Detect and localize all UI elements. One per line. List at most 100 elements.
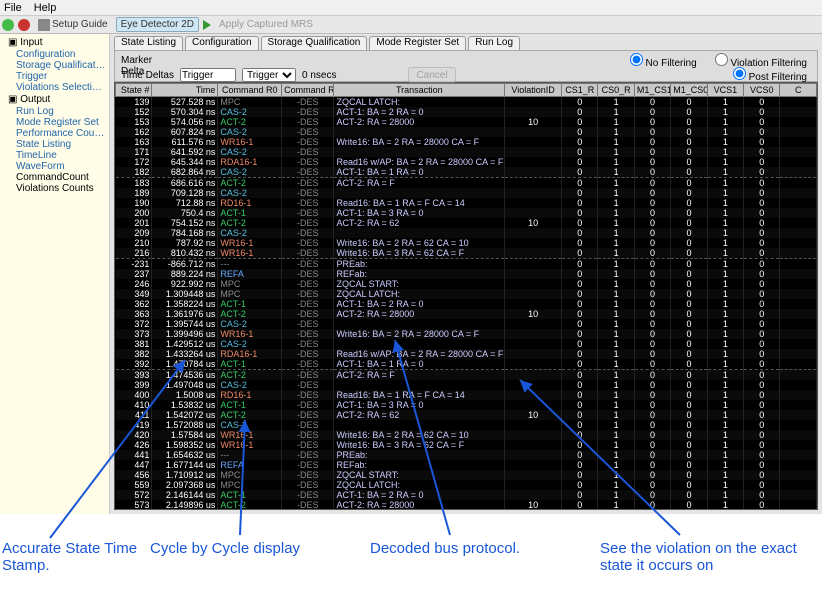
table-row[interactable]: 190712.88 nsRD16-1-DESRead16: BA = 1 RA …: [116, 198, 817, 208]
table-row[interactable]: 163611.576 nsWR16-1-DESWrite16: BA = 2 R…: [116, 137, 817, 147]
cell: 10: [505, 500, 562, 510]
cell: 393: [116, 370, 152, 381]
sidebar-item[interactable]: State Listing: [2, 139, 107, 150]
table-row[interactable]: -231-866.712 ns----DESPREab:010010: [116, 259, 817, 270]
column-header[interactable]: C: [780, 84, 817, 97]
cancel-button[interactable]: Cancel: [408, 67, 455, 83]
sidebar-item[interactable]: Storage Qualification: [2, 60, 107, 71]
tab[interactable]: Run Log: [468, 36, 520, 50]
table-row[interactable]: 5592.097368 usMPC-DESZQCAL LATCH:010010: [116, 480, 817, 490]
table-row[interactable]: 210787.92 nsWR16-1-DESWrite16: BA = 2 RA…: [116, 238, 817, 248]
tab[interactable]: Configuration: [185, 36, 258, 50]
setup-guide-button[interactable]: Setup Guide: [34, 18, 112, 32]
table-row[interactable]: 4111.542072 usACT-2-DESACT-2: RA = 62100…: [116, 410, 817, 420]
cell: 237: [116, 269, 152, 279]
cell: 0: [744, 299, 780, 309]
trigger-from-input[interactable]: [180, 68, 236, 82]
column-header[interactable]: VCS1: [707, 84, 743, 97]
sidebar-item[interactable]: CommandCount: [2, 172, 107, 183]
table-row[interactable]: 182682.864 nsCAS-2-DESACT-1: BA = 1 RA =…: [116, 167, 817, 178]
table-row[interactable]: 171641.592 nsCAS-2-DES010010: [116, 147, 817, 157]
column-header[interactable]: State #: [116, 84, 152, 97]
sidebar-item[interactable]: Configuration: [2, 49, 107, 60]
cell: 1: [707, 259, 743, 270]
menu-file[interactable]: File: [4, 2, 22, 14]
cell: WR16-1: [218, 430, 282, 440]
table-row[interactable]: 4201.57584 usWR16-1-DESWrite16: BA = 2 R…: [116, 430, 817, 440]
sidebar-item[interactable]: Violations Counts: [2, 183, 107, 194]
sidebar-input-node[interactable]: ▣ Input: [2, 36, 107, 49]
table-row[interactable]: 153574.056 nsACT-2-DESACT-2: RA = 280001…: [116, 117, 817, 127]
column-header[interactable]: M1_CS1: [634, 84, 670, 97]
apply-captured-button[interactable]: Apply Captured MRS: [215, 18, 317, 31]
table-row[interactable]: 3931.474536 usACT-2-DESACT-2: RA = F0100…: [116, 370, 817, 381]
sidebar-item[interactable]: TimeLine: [2, 150, 107, 161]
tab[interactable]: State Listing: [114, 36, 183, 50]
table-row[interactable]: 3621.358224 usACT-1-DESACT-1: BA = 2 RA …: [116, 299, 817, 309]
sidebar-item[interactable]: Violations Selection Freq 0: [2, 82, 107, 93]
table-row[interactable]: 3721.395744 usCAS-2-DES010010: [116, 319, 817, 329]
cell: 209: [116, 228, 152, 238]
column-header[interactable]: Transaction: [334, 84, 505, 97]
table-row[interactable]: 183686.616 nsACT-2-DESACT-2: RA = F01001…: [116, 178, 817, 189]
post-filtering-radio[interactable]: Post Filtering: [733, 72, 807, 83]
cell: 0: [634, 450, 670, 460]
table-row[interactable]: 4411.654632 us----DESPREab:010010: [116, 450, 817, 460]
no-filtering-radio[interactable]: No Filtering: [630, 53, 697, 69]
table-row[interactable]: 246922.992 nsMPC-DESZQCAL START:010010: [116, 279, 817, 289]
table-row[interactable]: 4191.572088 usCAS-2-DES010010: [116, 420, 817, 430]
table-row[interactable]: 5722.146144 usACT-1-DESACT-1: BA = 2 RA …: [116, 490, 817, 500]
sidebar-item[interactable]: Performance Counters: [2, 128, 107, 139]
column-header[interactable]: Command R1: [282, 84, 334, 97]
table-row[interactable]: 3921.470784 usACT-1-DESACT-1: BA = 1 RA …: [116, 359, 817, 370]
tab[interactable]: Mode Register Set: [369, 36, 466, 50]
column-header[interactable]: Command R0: [218, 84, 282, 97]
record-icon[interactable]: [2, 19, 14, 31]
trigger-select[interactable]: Trigger: [242, 68, 296, 82]
table-row[interactable]: 4001.5008 usRD16-1-DESRead16: BA = 1 RA …: [116, 390, 817, 400]
sidebar-item[interactable]: Run Log: [2, 106, 107, 117]
table-row[interactable]: 209784.168 nsCAS-2-DES010010: [116, 228, 817, 238]
table-row[interactable]: 3491.309448 usMPC-DESZQCAL LATCH:010010: [116, 289, 817, 299]
cell: 0: [634, 309, 670, 319]
table-row[interactable]: 152570.304 nsCAS-2-DESACT-1: BA = 2 RA =…: [116, 107, 817, 117]
column-header[interactable]: CS0_R: [598, 84, 634, 97]
table-row[interactable]: 216810.432 nsWR16-1-DESWrite16: BA = 3 R…: [116, 248, 817, 259]
table-row[interactable]: 201754.152 nsACT-2-DESACT-2: RA = 621001…: [116, 218, 817, 228]
table-row[interactable]: 4101.53832 usACT-1-DESACT-1: BA = 3 RA =…: [116, 400, 817, 410]
table-row[interactable]: 139527.528 nsMPC-DESZQCAL LATCH:010010: [116, 97, 817, 108]
cell: 574.056 ns: [152, 117, 218, 127]
column-header[interactable]: CS1_R: [562, 84, 598, 97]
cell: RD16-1: [218, 390, 282, 400]
table-row[interactable]: 4561.710912 usMPC-DESZQCAL START:010010: [116, 470, 817, 480]
column-header[interactable]: Time: [152, 84, 218, 97]
table-row[interactable]: 5732.149896 usACT-2-DESACT-2: RA = 28000…: [116, 500, 817, 510]
table-row[interactable]: 3731.399496 usWR16-1-DESWrite16: BA = 2 …: [116, 329, 817, 339]
table-row[interactable]: 189709.128 nsCAS-2-DES010010: [116, 188, 817, 198]
table-row[interactable]: 3991.497048 usCAS-2-DES010010: [116, 380, 817, 390]
column-header[interactable]: VCS0: [744, 84, 780, 97]
play-icon[interactable]: [203, 20, 211, 30]
stop-record-icon[interactable]: [18, 19, 30, 31]
table-row[interactable]: 4261.598352 usWR16-1-DESWrite16: BA = 3 …: [116, 440, 817, 450]
cell: 1: [707, 299, 743, 309]
table-row[interactable]: 200750.4 nsACT-1-DESACT-1: BA = 3 RA = 0…: [116, 208, 817, 218]
table-row[interactable]: 3821.433264 usRDA16-1-DESRead16 w/AP: BA…: [116, 349, 817, 359]
sidebar-item[interactable]: WaveForm: [2, 161, 107, 172]
table-row[interactable]: 4471.677144 usREFA-DESREFab:010010: [116, 460, 817, 470]
cell: 1: [598, 299, 634, 309]
eye-detector-button[interactable]: Eye Detector 2D: [116, 17, 199, 32]
table-row[interactable]: 237889.224 nsREFA-DESREFab:010010: [116, 269, 817, 279]
sidebar-output-node[interactable]: ▣ Output: [2, 93, 107, 106]
column-header[interactable]: ViolationID: [505, 84, 562, 97]
cell: 0: [634, 329, 670, 339]
sidebar-item[interactable]: Mode Register Set: [2, 117, 107, 128]
table-row[interactable]: 3811.429512 usCAS-2-DES010010: [116, 339, 817, 349]
table-row[interactable]: 172645.344 nsRDA16-1-DESRead16 w/AP: BA …: [116, 157, 817, 167]
table-row[interactable]: 3631.361976 usACT-2-DESACT-2: RA = 28000…: [116, 309, 817, 319]
tab[interactable]: Storage Qualification: [261, 36, 368, 50]
table-row[interactable]: 162607.824 nsCAS-2-DES010010: [116, 127, 817, 137]
column-header[interactable]: M1_CS0: [671, 84, 707, 97]
menu-help[interactable]: Help: [34, 2, 57, 14]
sidebar-item[interactable]: Trigger: [2, 71, 107, 82]
